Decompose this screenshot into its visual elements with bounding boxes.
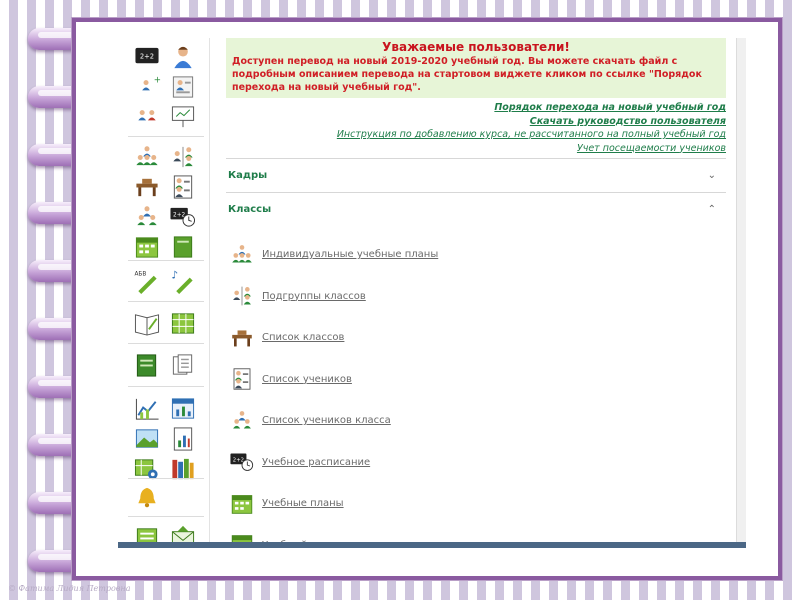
schedule-icon[interactable]: 2+2 bbox=[168, 204, 198, 230]
notebook-icon[interactable] bbox=[168, 234, 198, 260]
section-staff-title: Кадры bbox=[228, 170, 268, 181]
report-icon[interactable] bbox=[168, 426, 198, 452]
student-list-icon[interactable] bbox=[228, 367, 256, 391]
list-item[interactable]: Список учеников bbox=[226, 359, 726, 401]
desk-icon[interactable] bbox=[132, 174, 162, 200]
bell-icon[interactable] bbox=[132, 484, 162, 510]
notice-panel: Уважаемые пользователи! Доступен перевод… bbox=[226, 38, 726, 98]
main-content: Уважаемые пользователи! Доступен перевод… bbox=[226, 38, 726, 548]
abc-pencil-icon[interactable]: АБВ bbox=[132, 268, 162, 294]
math-board-icon[interactable]: 2+2 bbox=[132, 44, 162, 70]
icon-sidebar: 2+2 + 2+2 АБВ ♪ bbox=[118, 38, 210, 548]
sidebar-divider bbox=[128, 478, 204, 479]
list-item-label[interactable]: Список учеников класса bbox=[262, 415, 391, 426]
sidebar-divider bbox=[128, 516, 204, 517]
class-students-icon[interactable] bbox=[132, 204, 162, 230]
svg-text:+: + bbox=[154, 76, 161, 86]
section-classes[interactable]: Классы ⌃ bbox=[226, 192, 726, 226]
subgroups-icon[interactable] bbox=[168, 144, 198, 170]
list-item[interactable]: Список учеников класса bbox=[226, 400, 726, 442]
line-chart-icon[interactable] bbox=[132, 396, 162, 422]
calendar-chart-icon[interactable] bbox=[168, 396, 198, 422]
copyright-text: © Фатима Лидия Петровна bbox=[8, 584, 131, 593]
link-transition-order[interactable]: Порядок перехода на новый учебный год bbox=[226, 101, 726, 115]
section-classes-title: Классы bbox=[228, 204, 272, 215]
people-group-icon[interactable] bbox=[228, 243, 256, 267]
staff-add-icon[interactable]: + bbox=[132, 74, 162, 100]
sidebar-group-notifications bbox=[132, 484, 202, 510]
list-item-label[interactable]: Список классов bbox=[262, 332, 344, 343]
green-book-icon[interactable] bbox=[132, 352, 162, 378]
sidebar-group-reports bbox=[132, 396, 202, 482]
list-item-label[interactable]: Список учеников bbox=[262, 374, 352, 385]
svg-text:♪: ♪ bbox=[171, 270, 178, 282]
list-item[interactable]: Список классов bbox=[226, 317, 726, 359]
subgroups-icon[interactable] bbox=[228, 284, 256, 308]
chevron-down-icon[interactable]: ⌄ bbox=[708, 170, 716, 181]
picture-icon[interactable] bbox=[132, 426, 162, 452]
link-user-guide[interactable]: Скачать руководство пользователя bbox=[226, 115, 726, 129]
svg-text:2+2: 2+2 bbox=[140, 52, 154, 60]
calendar-icon[interactable] bbox=[228, 492, 256, 516]
id-card-icon[interactable] bbox=[168, 74, 198, 100]
presentation-icon[interactable] bbox=[168, 104, 198, 130]
link-attendance[interactable]: Учет посещаемости учеников bbox=[226, 142, 726, 156]
class-students-icon[interactable] bbox=[228, 409, 256, 433]
sidebar-divider bbox=[128, 260, 204, 261]
app-screenshot: 2+2 + 2+2 АБВ ♪ Уважаемые пользователи! До… bbox=[118, 38, 746, 548]
list-item-label[interactable]: Учебные планы bbox=[262, 498, 344, 509]
schedule-icon[interactable]: 2+2 bbox=[228, 450, 256, 474]
chevron-up-icon[interactable]: ⌃ bbox=[708, 204, 716, 215]
section-staff[interactable]: Кадры ⌄ bbox=[226, 158, 726, 192]
list-item[interactable]: Индивидуальные учебные планы bbox=[226, 234, 726, 276]
scrollbar[interactable] bbox=[736, 38, 746, 542]
calendar-icon[interactable] bbox=[132, 234, 162, 260]
documents-icon[interactable] bbox=[168, 352, 198, 378]
open-book-icon[interactable] bbox=[132, 310, 162, 336]
list-item-label[interactable]: Индивидуальные учебные планы bbox=[262, 249, 438, 260]
student-list-icon[interactable] bbox=[168, 174, 198, 200]
notice-text: Доступен перевод на новый 2019-2020 учеб… bbox=[232, 56, 702, 93]
link-course-instruction[interactable]: Инструкция по добавлению курса, не рассч… bbox=[226, 128, 726, 142]
taskbar bbox=[118, 542, 746, 548]
sidebar-group-classes: 2+2 bbox=[132, 144, 202, 260]
svg-text:АБВ: АБВ bbox=[134, 272, 146, 278]
notice-title: Уважаемые пользователи! bbox=[382, 40, 570, 54]
sidebar-group-subjects: АБВ ♪ bbox=[132, 268, 202, 294]
list-item-label[interactable]: Учебное расписание bbox=[262, 457, 370, 468]
music-pencil-icon[interactable]: ♪ bbox=[168, 268, 198, 294]
desk-icon[interactable] bbox=[228, 326, 256, 350]
sidebar-divider bbox=[128, 301, 204, 302]
sidebar-group-docs bbox=[132, 352, 202, 378]
classes-list: Индивидуальные учебные планы Подгруппы кл… bbox=[226, 226, 726, 548]
sidebar-divider bbox=[128, 343, 204, 344]
sidebar-group-journals bbox=[132, 310, 202, 336]
list-item-label[interactable]: Подгруппы классов bbox=[262, 291, 366, 302]
list-item[interactable]: Подгруппы классов bbox=[226, 276, 726, 318]
list-item[interactable]: Учебные планы bbox=[226, 483, 726, 525]
sidebar-group-top: 2+2 + bbox=[132, 44, 202, 130]
teacher-icon[interactable] bbox=[168, 44, 198, 70]
quick-links: Порядок перехода на новый учебный год Ск… bbox=[226, 98, 726, 158]
users-icon[interactable] bbox=[132, 104, 162, 130]
sidebar-divider bbox=[128, 386, 204, 387]
people-group-icon[interactable] bbox=[132, 144, 162, 170]
table-grid-icon[interactable] bbox=[168, 310, 198, 336]
sidebar-divider bbox=[128, 136, 204, 137]
list-item[interactable]: 2+2 Учебное расписание bbox=[226, 442, 726, 484]
